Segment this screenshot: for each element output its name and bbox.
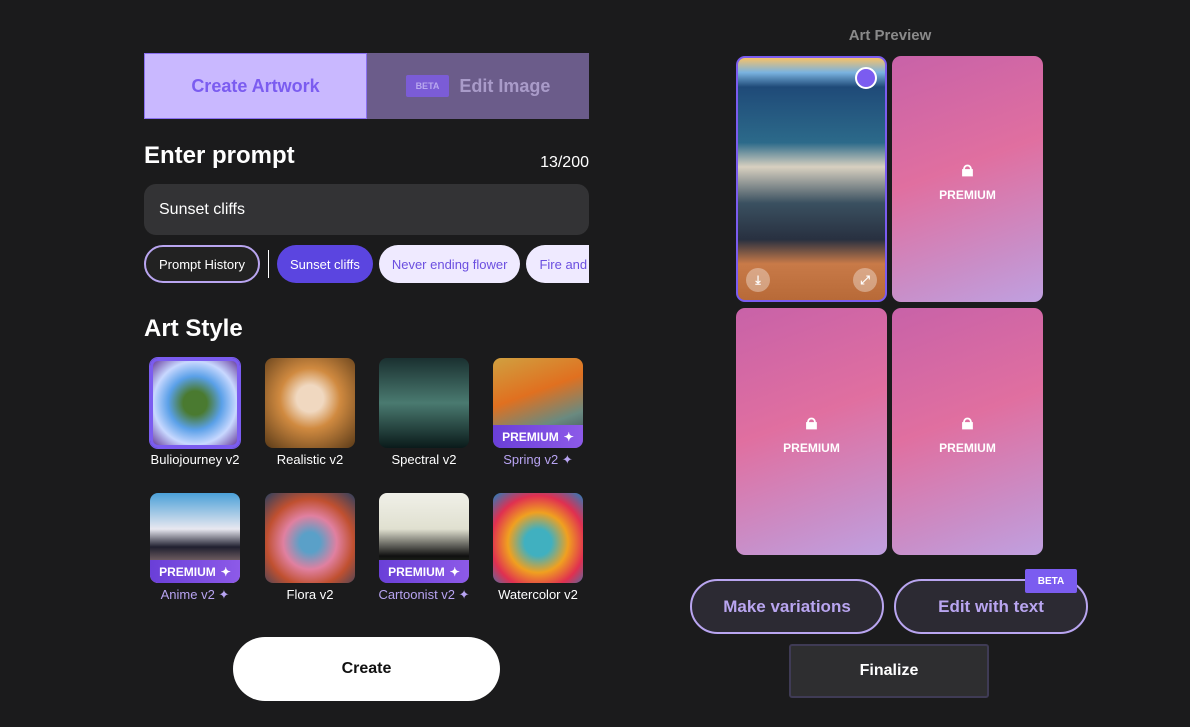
art-style-option[interactable]: Buliojourney v2 xyxy=(150,358,240,467)
style-thumbnail xyxy=(493,493,583,583)
tab-create-artwork[interactable]: Create Artwork xyxy=(144,53,367,119)
premium-label: PREMIUM xyxy=(502,429,559,444)
prompt-chip[interactable]: Sunset cliffs xyxy=(276,245,373,283)
lock-icon: 🔒︎ xyxy=(961,408,974,434)
premium-badge: PREMIUM ✦ xyxy=(379,560,469,583)
sparkle-icon: ✦ xyxy=(220,564,231,579)
style-thumbnail: PREMIUM ✦ xyxy=(150,493,240,583)
style-name: Watercolor v2 xyxy=(498,587,578,602)
finalize-button[interactable]: Finalize xyxy=(789,644,989,698)
style-thumbnail xyxy=(265,493,355,583)
premium-badge: PREMIUM ✦ xyxy=(493,425,583,448)
sparkle-icon: ✦ xyxy=(561,452,573,467)
tab-edit-image[interactable]: BETA Edit Image xyxy=(367,53,589,119)
preview-title: Art Preview xyxy=(848,27,932,44)
tab-label: Edit Image xyxy=(459,75,551,96)
art-style-option[interactable]: Flora v2 xyxy=(265,493,355,602)
beta-badge: BETA xyxy=(405,75,450,97)
style-thumbnail: PREMIUM ✦ xyxy=(493,358,583,448)
locked-preview[interactable]: 🔒︎ PREMIUM xyxy=(892,308,1043,555)
art-style-option[interactable]: PREMIUM ✦ Spring v2 ✦ xyxy=(493,358,583,468)
art-style-option[interactable]: Realistic v2 xyxy=(265,358,355,467)
style-thumbnail xyxy=(379,358,469,448)
premium-label: PREMIUM xyxy=(783,440,840,455)
preview-image-1[interactable]: ⤓ ⤢ xyxy=(736,56,887,302)
style-label: Watercolor v2 xyxy=(473,587,603,602)
premium-badge: PREMIUM ✦ xyxy=(150,560,240,583)
premium-label: PREMIUM xyxy=(388,564,445,579)
art-style-option[interactable]: Watercolor v2 xyxy=(493,493,583,602)
style-name: Spectral v2 xyxy=(391,452,457,467)
style-thumbnail xyxy=(265,358,355,448)
style-label: Cartoonist v2 ✦ xyxy=(359,587,489,603)
art-style-option[interactable]: PREMIUM ✦ Cartoonist v2 ✦ xyxy=(378,493,470,603)
tab-label: Create Artwork xyxy=(191,75,320,96)
prompt-chip[interactable]: Never ending flower xyxy=(378,245,521,283)
art-style-option[interactable]: PREMIUM ✦ Anime v2 ✦ xyxy=(150,493,240,603)
style-label: Buliojourney v2 xyxy=(130,452,260,467)
style-name: Spring v2 xyxy=(503,452,559,467)
divider xyxy=(267,250,269,278)
style-label: Realistic v2 xyxy=(245,452,375,467)
style-thumbnail: PREMIUM ✦ xyxy=(379,493,469,583)
prompt-input[interactable]: Sunset cliffs xyxy=(144,184,589,235)
style-name: Realistic v2 xyxy=(276,452,344,467)
lock-icon: 🔒︎ xyxy=(805,408,818,434)
sparkle-icon: ✦ xyxy=(218,587,230,602)
char-counter: 13/200 xyxy=(540,154,589,171)
style-name: Flora v2 xyxy=(286,587,334,602)
prompt-chip[interactable]: Fire and water xyxy=(526,245,589,283)
premium-label: PREMIUM xyxy=(159,564,216,579)
locked-preview[interactable]: 🔒︎ PREMIUM xyxy=(892,56,1043,302)
style-thumbnail xyxy=(150,358,240,448)
premium-label: PREMIUM xyxy=(939,440,996,455)
style-label: Anime v2 ✦ xyxy=(130,587,260,603)
premium-label: PREMIUM xyxy=(939,188,996,202)
style-name: Buliojourney v2 xyxy=(150,452,240,467)
sparkle-icon: ✦ xyxy=(449,564,460,579)
prompt-history-button[interactable]: Prompt History xyxy=(144,245,260,283)
style-label: Spectral v2 xyxy=(359,452,489,467)
selected-radio[interactable] xyxy=(855,67,877,89)
prompt-heading: Enter prompt xyxy=(144,142,295,169)
art-style-option[interactable]: Spectral v2 xyxy=(379,358,469,467)
lock-icon: 🔒︎ xyxy=(961,156,974,181)
sparkle-icon: ✦ xyxy=(563,429,574,444)
download-icon[interactable]: ⤓ xyxy=(746,268,770,292)
make-variations-button[interactable]: Make variations xyxy=(690,579,884,634)
prompt-chips: Prompt History Sunset cliffs Never endin… xyxy=(144,245,589,283)
create-button[interactable]: Create xyxy=(233,637,500,701)
style-label: Flora v2 xyxy=(245,587,375,602)
beta-badge: BETA xyxy=(1025,569,1077,593)
expand-icon[interactable]: ⤢ xyxy=(853,268,877,292)
locked-preview[interactable]: 🔒︎ PREMIUM xyxy=(736,308,887,555)
style-name: Cartoonist v2 xyxy=(378,587,456,602)
style-name: Anime v2 xyxy=(160,587,215,602)
sparkle-icon: ✦ xyxy=(458,587,470,602)
style-label: Spring v2 ✦ xyxy=(473,452,603,468)
art-style-heading: Art Style xyxy=(144,315,243,342)
